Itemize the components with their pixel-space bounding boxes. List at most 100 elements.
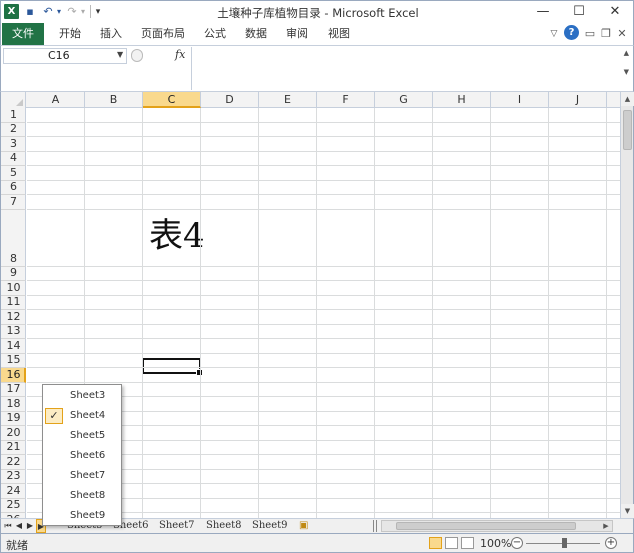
- column-header-a[interactable]: A: [27, 92, 85, 108]
- row-header-20[interactable]: 20: [1, 426, 26, 441]
- checkmark-icon: ✓: [45, 408, 63, 424]
- select-all-button[interactable]: [1, 92, 26, 108]
- row-header-25[interactable]: 25: [1, 498, 26, 513]
- row-header-5[interactable]: 5: [1, 166, 26, 181]
- row-header-13[interactable]: 13: [1, 324, 26, 339]
- tab-view[interactable]: 视图: [328, 22, 350, 45]
- scroll-right-icon[interactable]: ▶: [601, 520, 611, 532]
- row-header-3[interactable]: 3: [1, 137, 26, 152]
- row-header-22[interactable]: 22: [1, 455, 26, 470]
- row-header-4[interactable]: 4: [1, 151, 26, 166]
- row-number: 17: [6, 382, 21, 395]
- row-number: 24: [6, 483, 21, 497]
- tab-insert[interactable]: 插入: [100, 22, 122, 45]
- column-header-h[interactable]: H: [433, 92, 491, 108]
- column-header-e[interactable]: E: [259, 92, 317, 108]
- sheet-menu-item-sheet6[interactable]: Sheet6: [43, 446, 121, 466]
- tab-home[interactable]: 开始: [59, 22, 81, 45]
- formula-scroll-up-icon[interactable]: ▲: [624, 49, 629, 57]
- vertical-scroll-thumb[interactable]: [623, 110, 632, 150]
- workbook-minimize-icon[interactable]: ▭: [584, 26, 596, 42]
- vertical-scrollbar[interactable]: ▲ ▼: [620, 92, 634, 518]
- sheet-menu-item-sheet7[interactable]: Sheet7: [43, 466, 121, 486]
- row-header-11[interactable]: 11: [1, 295, 26, 310]
- zoom-out-button[interactable]: −: [511, 537, 523, 549]
- formula-collapse-icon[interactable]: ▼: [624, 68, 629, 76]
- prev-sheet-icon[interactable]: ◀: [14, 519, 24, 533]
- row-header-19[interactable]: 19: [1, 411, 26, 426]
- row-header-23[interactable]: 23: [1, 469, 26, 484]
- page-layout-view-icon[interactable]: [445, 537, 458, 549]
- zoom-slider-knob[interactable]: [562, 538, 567, 548]
- horizontal-scroll-thumb[interactable]: [396, 522, 576, 530]
- first-sheet-icon[interactable]: ⏮: [3, 519, 13, 533]
- workbook-restore-icon[interactable]: ❐: [600, 26, 612, 42]
- tab-data[interactable]: 数据: [245, 22, 267, 45]
- sheet-menu-item-sheet9[interactable]: Sheet9: [43, 506, 121, 526]
- row-header-15[interactable]: 15: [1, 353, 26, 368]
- row-header-1[interactable]: 1: [1, 108, 26, 123]
- name-box-dropdown-icon[interactable]: ▼: [117, 50, 123, 59]
- help-icon[interactable]: ?: [564, 25, 579, 40]
- workbook-close-icon[interactable]: ✕: [616, 26, 628, 42]
- row-header-10[interactable]: 10: [1, 281, 26, 296]
- row-header-2[interactable]: 2: [1, 122, 26, 137]
- scroll-down-icon[interactable]: ▼: [621, 504, 634, 518]
- row-header-21[interactable]: 21: [1, 440, 26, 455]
- insert-sheet-icon[interactable]: ▣: [299, 519, 308, 533]
- row-header-6[interactable]: 6: [1, 180, 26, 195]
- horizontal-scrollbar[interactable]: [381, 520, 613, 532]
- column-header-c[interactable]: C: [143, 92, 201, 108]
- row-header-24[interactable]: 24: [1, 484, 26, 499]
- tab-formulas[interactable]: 公式: [204, 22, 226, 45]
- row-number: 10: [6, 280, 21, 294]
- tab-review[interactable]: 审阅: [286, 22, 308, 45]
- tab-page-layout[interactable]: 页面布局: [141, 22, 185, 45]
- ribbon-minimize-icon[interactable]: ▽: [549, 26, 559, 42]
- column-header-j[interactable]: J: [549, 92, 607, 108]
- status-bar: 就绪 100% − +: [0, 534, 634, 553]
- insert-function-icon[interactable]: fx: [175, 48, 185, 61]
- column-header-d[interactable]: D: [201, 92, 259, 108]
- row-header-14[interactable]: 14: [1, 339, 26, 354]
- column-header-f[interactable]: F: [317, 92, 375, 108]
- close-button[interactable]: ✕: [597, 1, 633, 23]
- splitter-handle[interactable]: [131, 49, 143, 62]
- next-sheet-icon[interactable]: ▶: [25, 519, 35, 533]
- row-number: 5: [10, 165, 17, 179]
- zoom-level[interactable]: 100%: [480, 537, 511, 550]
- sheet-menu-item-sheet3[interactable]: Sheet3: [43, 386, 121, 406]
- formula-input[interactable]: [191, 47, 621, 90]
- row-header-12[interactable]: 12: [1, 310, 26, 325]
- sheet-tab-sheet8[interactable]: Sheet8: [206, 519, 242, 533]
- normal-view-icon[interactable]: [429, 537, 442, 549]
- row-number: 11: [6, 295, 21, 308]
- sheet-tab-sheet9[interactable]: Sheet9: [252, 519, 288, 533]
- sheet-menu-item-sheet5[interactable]: Sheet5: [43, 426, 121, 446]
- row-header-16[interactable]: 16: [1, 368, 26, 383]
- row-header-17[interactable]: 17: [1, 382, 26, 397]
- tab-split-handle[interactable]: [373, 520, 377, 532]
- row-header-9[interactable]: 9: [1, 266, 26, 281]
- ribbon-tabs: 文件 开始 插入 页面布局 公式 数据 审阅 视图 ▽ ? ▭ ❐ ✕: [0, 22, 634, 46]
- selected-cell-c16[interactable]: [142, 358, 203, 376]
- gridline: [548, 108, 549, 518]
- row-header-18[interactable]: 18: [1, 397, 26, 412]
- name-box[interactable]: C16: [3, 48, 127, 64]
- column-header-b[interactable]: B: [85, 92, 143, 108]
- zoom-in-button[interactable]: +: [605, 537, 617, 549]
- tab-file[interactable]: 文件: [2, 23, 44, 45]
- sheet-menu-item-sheet4[interactable]: ✓ Sheet4: [43, 406, 121, 426]
- scroll-up-icon[interactable]: ▲: [621, 92, 634, 106]
- sheet-tab-sheet7[interactable]: Sheet7: [159, 519, 195, 533]
- maximize-button[interactable]: ☐: [561, 1, 597, 23]
- cell-c8[interactable]: 表4: [149, 210, 205, 262]
- sheet-menu-item-sheet8[interactable]: Sheet8: [43, 486, 121, 506]
- column-header-g[interactable]: G: [375, 92, 433, 108]
- row-header-8[interactable]: 8: [1, 209, 26, 267]
- minimize-button[interactable]: —: [525, 1, 561, 23]
- page-break-view-icon[interactable]: [461, 537, 474, 549]
- row-header-7[interactable]: 7: [1, 195, 26, 210]
- column-header-i[interactable]: I: [491, 92, 549, 108]
- row-number: 20: [6, 425, 21, 439]
